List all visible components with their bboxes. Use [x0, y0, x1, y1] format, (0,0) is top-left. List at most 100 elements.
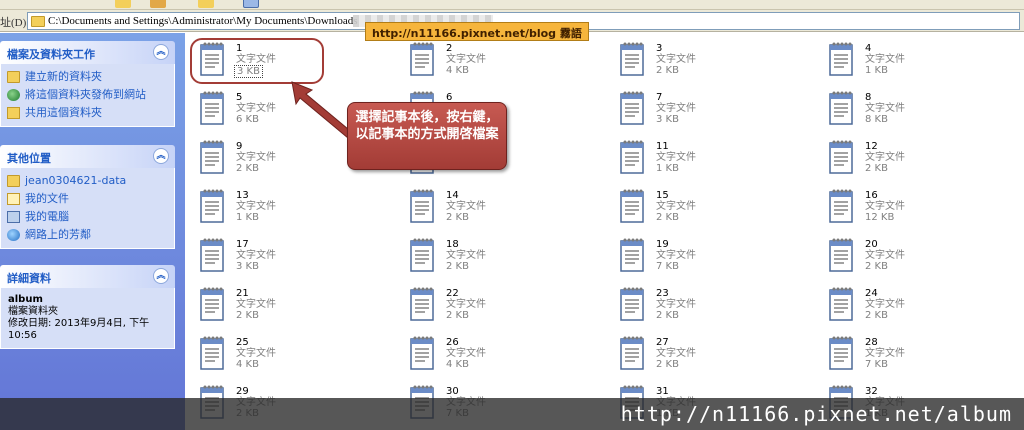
- file-size: 4 KB: [446, 65, 469, 76]
- file-item[interactable]: 14 文字文件 2 KB: [396, 183, 546, 229]
- file-item[interactable]: 24 文字文件 2 KB: [815, 281, 965, 327]
- file-size: 12 KB: [865, 212, 895, 223]
- file-item[interactable]: 16 文字文件 12 KB: [815, 183, 965, 229]
- file-type: 文字文件: [865, 152, 905, 163]
- file-size: 2 KB: [446, 212, 469, 223]
- file-item[interactable]: 21 文字文件 2 KB: [186, 281, 336, 327]
- file-type: 文字文件: [446, 54, 486, 65]
- toolbar: [0, 0, 1024, 10]
- file-item[interactable]: 26 文字文件 4 KB: [396, 330, 546, 376]
- file-size: 2 KB: [656, 212, 679, 223]
- folders-icon[interactable]: [198, 0, 214, 8]
- folder-icon: [31, 16, 45, 27]
- place-jean-data[interactable]: jean0304621-data: [1, 172, 174, 190]
- details-title: 詳細資料: [7, 272, 51, 285]
- task-new-folder[interactable]: 建立新的資料夾: [1, 68, 174, 86]
- file-tasks-panel: 檔案及資料夾工作 ︽ 建立新的資料夾 將這個資料夾發佈到網站 共用這個資料夾: [0, 41, 175, 127]
- back-icon[interactable]: [115, 0, 131, 8]
- details-modified: 修改日期: 2013年9月4日, 下午 10:56: [8, 318, 150, 341]
- my-computer-icon: [7, 211, 20, 223]
- file-name: 15: [656, 190, 669, 201]
- file-size: 7 KB: [865, 359, 888, 370]
- file-type: 文字文件: [865, 299, 905, 310]
- place-label: 我的電腦: [25, 210, 69, 223]
- text-document-icon: [827, 188, 855, 224]
- details-kind: 檔案資料夾: [8, 306, 58, 317]
- file-name: 25: [236, 337, 249, 348]
- file-type: 文字文件: [236, 250, 276, 261]
- place-my-computer[interactable]: 我的電腦: [1, 208, 174, 226]
- text-document-icon: [618, 335, 646, 371]
- text-document-icon: [827, 335, 855, 371]
- file-tasks-header[interactable]: 檔案及資料夾工作 ︽: [0, 41, 175, 64]
- views-icon[interactable]: [243, 0, 259, 8]
- file-item[interactable]: 17 文字文件 3 KB: [186, 232, 336, 278]
- file-item[interactable]: 2 文字文件 4 KB: [396, 36, 546, 82]
- address-path: C:\Documents and Settings\Administrator\…: [48, 15, 358, 27]
- file-size: 1 KB: [865, 65, 888, 76]
- task-publish-web[interactable]: 將這個資料夾發佈到網站: [1, 86, 174, 104]
- file-item[interactable]: 13 文字文件 1 KB: [186, 183, 336, 229]
- file-item[interactable]: 27 文字文件 2 KB: [606, 330, 756, 376]
- file-size: 2 KB: [446, 261, 469, 272]
- collapse-icon[interactable]: ︽: [153, 44, 169, 60]
- file-name: 18: [446, 239, 459, 250]
- file-size: 2 KB: [656, 359, 679, 370]
- file-tasks-title: 檔案及資料夾工作: [7, 48, 95, 61]
- text-document-icon: [618, 90, 646, 126]
- text-document-icon: [827, 237, 855, 273]
- file-item[interactable]: 23 文字文件 2 KB: [606, 281, 756, 327]
- place-my-documents[interactable]: 我的文件: [1, 190, 174, 208]
- text-document-icon: [198, 335, 226, 371]
- text-document-icon: [618, 188, 646, 224]
- file-type: 文字文件: [656, 348, 696, 359]
- text-document-icon: [618, 41, 646, 77]
- file-type: 文字文件: [865, 250, 905, 261]
- collapse-icon[interactable]: ︽: [153, 268, 169, 284]
- task-pane: 檔案及資料夾工作 ︽ 建立新的資料夾 將這個資料夾發佈到網站 共用這個資料夾 其…: [0, 33, 185, 430]
- file-type: 文字文件: [236, 299, 276, 310]
- file-name: 27: [656, 337, 669, 348]
- file-item[interactable]: 22 文字文件 2 KB: [396, 281, 546, 327]
- file-size: 2 KB: [656, 65, 679, 76]
- file-name: 2: [446, 43, 453, 54]
- place-network[interactable]: 網路上的芳鄰: [1, 226, 174, 244]
- file-item[interactable]: 28 文字文件 7 KB: [815, 330, 965, 376]
- file-name: 3: [656, 43, 663, 54]
- text-document-icon: [827, 41, 855, 77]
- file-size: 2 KB: [865, 163, 888, 174]
- file-type: 文字文件: [236, 152, 276, 163]
- file-item[interactable]: 3 文字文件 2 KB: [606, 36, 756, 82]
- file-item[interactable]: 20 文字文件 2 KB: [815, 232, 965, 278]
- file-type: 文字文件: [656, 201, 696, 212]
- details-name: album: [8, 294, 43, 305]
- file-item[interactable]: 11 文字文件 1 KB: [606, 134, 756, 180]
- file-type: 文字文件: [865, 201, 905, 212]
- file-item[interactable]: 4 文字文件 1 KB: [815, 36, 965, 82]
- other-places-title: 其他位置: [7, 152, 51, 165]
- file-item[interactable]: 19 文字文件 7 KB: [606, 232, 756, 278]
- text-document-icon: [198, 286, 226, 322]
- other-places-header[interactable]: 其他位置 ︽: [0, 145, 175, 168]
- file-name: 30: [446, 386, 459, 397]
- file-item[interactable]: 25 文字文件 4 KB: [186, 330, 336, 376]
- text-document-icon: [408, 188, 436, 224]
- file-type: 文字文件: [656, 152, 696, 163]
- file-size: 3 KB: [236, 261, 259, 272]
- collapse-icon[interactable]: ︽: [153, 148, 169, 164]
- task-share-folder[interactable]: 共用這個資料夾: [1, 104, 174, 122]
- file-size: 7 KB: [656, 261, 679, 272]
- file-item[interactable]: 7 文字文件 3 KB: [606, 85, 756, 131]
- file-item[interactable]: 9 文字文件 2 KB: [186, 134, 336, 180]
- my-documents-icon: [7, 193, 20, 205]
- file-item[interactable]: 8 文字文件 8 KB: [815, 85, 965, 131]
- file-item[interactable]: 18 文字文件 2 KB: [396, 232, 546, 278]
- task-label: 共用這個資料夾: [25, 106, 102, 119]
- file-type: 文字文件: [236, 103, 276, 114]
- file-item[interactable]: 15 文字文件 2 KB: [606, 183, 756, 229]
- file-name: 19: [656, 239, 669, 250]
- forward-icon[interactable]: [150, 0, 166, 8]
- file-name: 28: [865, 337, 878, 348]
- file-item[interactable]: 12 文字文件 2 KB: [815, 134, 965, 180]
- details-header[interactable]: 詳細資料 ︽: [0, 265, 175, 288]
